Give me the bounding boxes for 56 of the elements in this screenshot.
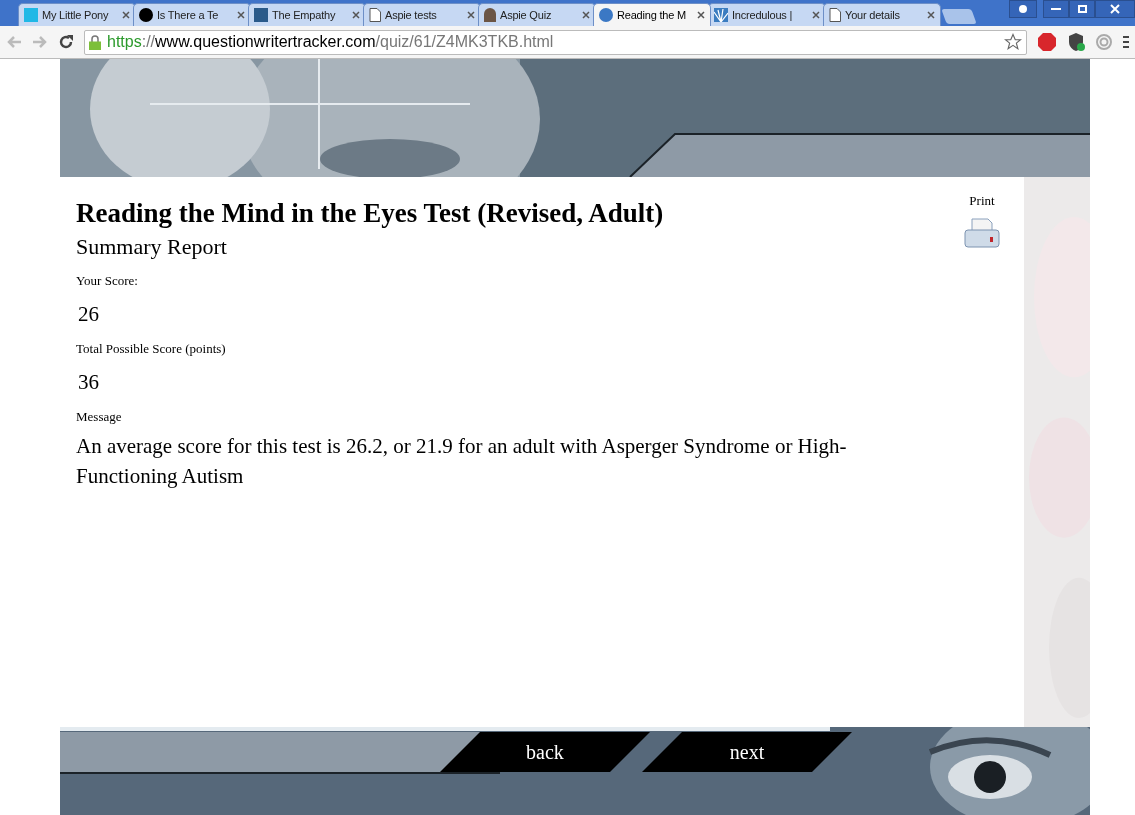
browser-tab[interactable]: Incredulous | (708, 3, 826, 26)
stop-sign-icon[interactable] (1037, 32, 1057, 52)
browser-tab[interactable]: Your details (823, 3, 941, 26)
report-title: Reading the Mind in the Eyes Test (Revised, Adult) (76, 197, 664, 229)
star-icon[interactable] (1004, 33, 1022, 51)
tab-title: Aspie tests (385, 7, 438, 23)
field-label: Your Score: (76, 273, 139, 289)
nav-button[interactable]: next (642, 732, 852, 772)
new-tab-button[interactable] (941, 9, 977, 24)
lock-icon (89, 34, 101, 50)
nav-button[interactable]: back (440, 732, 650, 772)
tab-title: Reading the M (617, 7, 687, 23)
browser-tab[interactable]: Aspie Quiz (478, 3, 596, 26)
close-icon[interactable] (697, 11, 705, 19)
globe-icon (599, 8, 613, 22)
menu-icon[interactable] (1123, 34, 1129, 50)
rays-icon (714, 8, 728, 22)
close-button[interactable] (1095, 0, 1135, 18)
printer-icon[interactable] (964, 216, 1000, 249)
shield-icon[interactable] (1067, 32, 1085, 52)
close-icon[interactable] (352, 11, 360, 19)
reload-icon[interactable] (58, 34, 74, 50)
browser-tab[interactable]: My Little Pony (18, 3, 136, 26)
minimize-button[interactable] (1043, 0, 1069, 18)
close-icon[interactable] (812, 11, 820, 19)
tab-title: Your details (845, 7, 901, 23)
tile-icon (254, 8, 268, 22)
restore-button[interactable] (1069, 0, 1095, 18)
browser-tab[interactable]: Reading the M (593, 3, 711, 26)
field-label: Message (76, 409, 123, 425)
tile-icon (24, 8, 38, 22)
field-value: 36 (77, 369, 100, 396)
user-icon[interactable] (1009, 0, 1037, 18)
close-icon[interactable] (582, 11, 590, 19)
close-icon[interactable] (122, 11, 130, 19)
page-icon (829, 8, 841, 22)
browser-tab[interactable]: The Empathy (248, 3, 366, 26)
address-field[interactable]: https://www.questionwritertracker.com/quiz/61/Z4MK3TKB.html (84, 29, 1027, 55)
print-label[interactable]: Print (969, 191, 995, 211)
tab-title: My Little Pony (42, 7, 110, 23)
page-icon (369, 8, 381, 22)
tab-title: The Empathy (272, 7, 337, 23)
close-icon (1110, 4, 1120, 14)
browser-tab[interactable]: Is There a Te (133, 3, 251, 26)
report-subtitle: Summary Report (76, 233, 228, 261)
close-icon[interactable] (927, 11, 935, 19)
field-value: An average score for this test is 26.2, or 21.9 for an adult with Asperger Syndrome or High-Functioning Autism (76, 433, 848, 490)
field-value: 26 (77, 301, 100, 328)
url-text: https://www.questionwritertracker.com/quiz/61/Z4MK3TKB.html (107, 32, 554, 52)
tab-title: Is There a Te (157, 7, 220, 23)
tab-title: Aspie Quiz (500, 7, 553, 23)
close-icon[interactable] (237, 11, 245, 19)
close-icon[interactable] (467, 11, 475, 19)
tab-title: Incredulous | (732, 7, 794, 23)
field-label: Total Possible Score (points) (76, 341, 227, 357)
browser-tab[interactable]: Aspie tests (363, 3, 481, 26)
